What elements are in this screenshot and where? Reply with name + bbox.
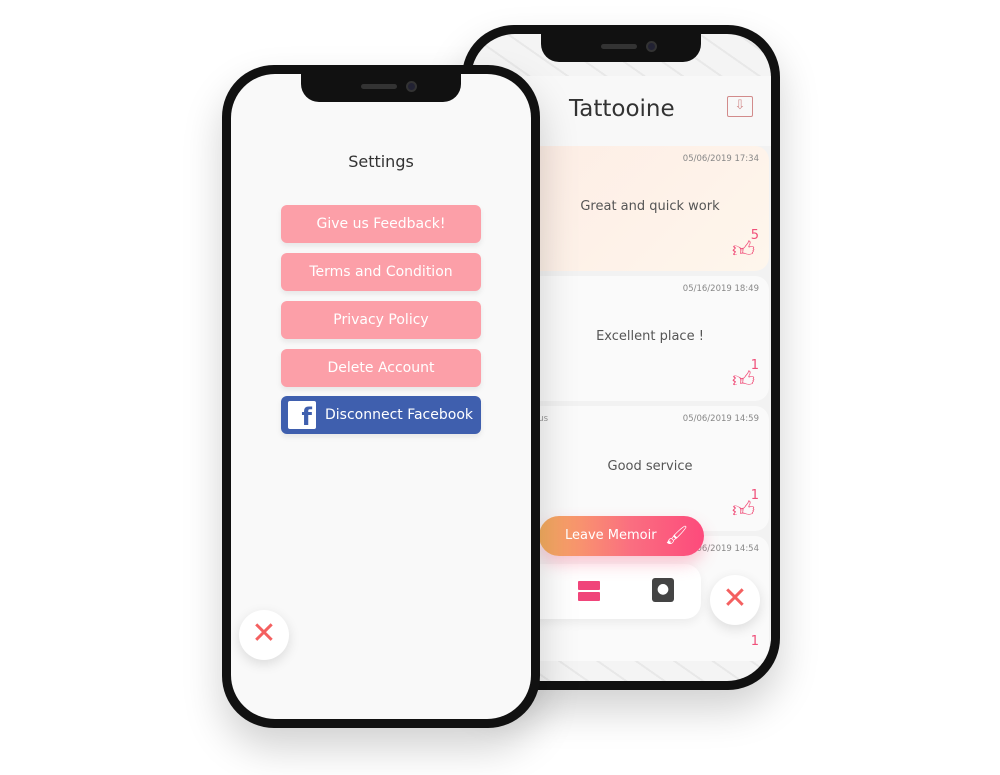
profile-icon[interactable]: ● xyxy=(652,578,674,602)
page-title: Tattooine xyxy=(569,96,675,122)
page-title: Settings xyxy=(348,152,414,171)
notch xyxy=(541,34,701,62)
delete-account-button[interactable]: Delete Account xyxy=(281,349,481,387)
folder-download-icon[interactable]: ⇩ xyxy=(727,96,753,117)
disconnect-facebook-button[interactable]: f Disconnect Facebook xyxy=(281,396,481,434)
notch xyxy=(301,74,461,102)
facebook-icon: f xyxy=(288,401,316,431)
memoir-date: 05/06/2019 17:34 xyxy=(682,154,759,164)
front-phone: Settings Give us Feedback! Terms and Con… xyxy=(222,65,540,728)
thumbs-up-icon[interactable]: 👍︎ xyxy=(732,366,755,393)
thumbs-up-icon[interactable]: 👍︎ xyxy=(732,236,755,263)
leave-memoir-button[interactable]: Leave Memoir 🖌︎ xyxy=(539,516,704,556)
memoir-date: 06/2019 14:54 xyxy=(696,544,759,554)
close-button[interactable]: ✕ xyxy=(710,575,760,625)
terms-button[interactable]: Terms and Condition xyxy=(281,253,481,291)
memoir-date: 05/06/2019 14:59 xyxy=(682,414,759,424)
disconnect-facebook-label: Disconnect Facebook xyxy=(324,407,473,423)
settings-screen: Settings Give us Feedback! Terms and Con… xyxy=(231,74,531,719)
thumbs-up-icon[interactable]: 👍︎ xyxy=(732,496,755,523)
like-count: 1 xyxy=(750,634,759,649)
list-view-icon[interactable] xyxy=(578,581,600,601)
leave-memoir-label: Leave Memoir xyxy=(565,528,657,543)
memoir-date: 05/16/2019 18:49 xyxy=(682,284,759,294)
close-button[interactable]: ✕ xyxy=(239,610,289,660)
privacy-policy-button[interactable]: Privacy Policy xyxy=(281,301,481,339)
feedback-button[interactable]: Give us Feedback! xyxy=(281,205,481,243)
brush-icon: 🖌︎ xyxy=(665,525,688,546)
